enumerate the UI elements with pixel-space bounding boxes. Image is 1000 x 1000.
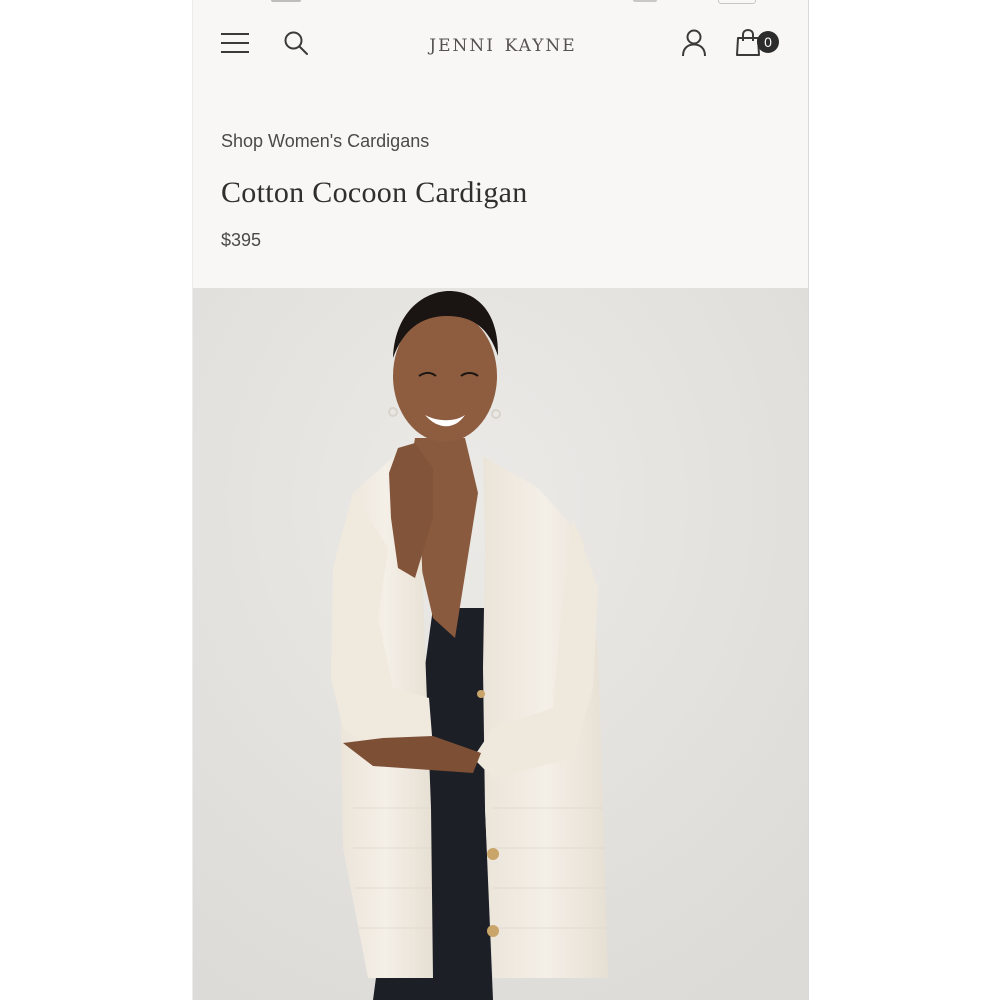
brand-logo[interactable]: jenni kayne <box>393 28 613 58</box>
search-button[interactable] <box>281 28 311 58</box>
product-price: $395 <box>221 230 262 250</box>
site-header: jenni kayne 0 <box>193 16 808 72</box>
status-bar-battery-icon <box>718 0 756 4</box>
screen: jenni kayne 0 Shop Women's Cardigans Cot… <box>0 0 1000 1000</box>
search-icon <box>284 31 308 55</box>
product-image[interactable] <box>193 288 808 1000</box>
product-title: Cotton Cocoon Cardigan <box>221 176 528 209</box>
status-bar-signal <box>633 0 657 2</box>
status-bar <box>193 0 808 6</box>
hamburger-menu-icon <box>221 33 249 53</box>
product-photo-illustration <box>193 288 808 1000</box>
status-bar-time <box>271 0 301 2</box>
account-button[interactable] <box>679 27 709 59</box>
account-icon <box>682 29 706 57</box>
cart-button[interactable]: 0 <box>735 27 783 59</box>
menu-button[interactable] <box>219 28 251 58</box>
mobile-page: jenni kayne 0 Shop Women's Cardigans Cot… <box>193 0 808 1000</box>
breadcrumb-link[interactable]: Shop Women's Cardigans <box>221 131 429 152</box>
cart-count-badge: 0 <box>757 31 779 53</box>
